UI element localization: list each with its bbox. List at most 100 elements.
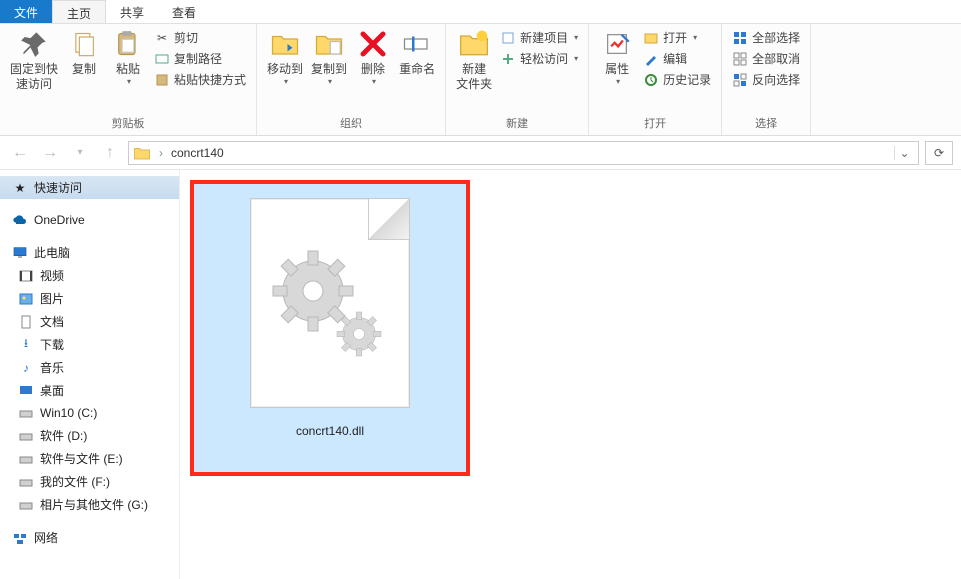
nav-videos-label: 视频 — [40, 267, 64, 284]
nav-recent-button[interactable]: ▾ — [68, 141, 92, 165]
chevron-down-icon: ▾ — [574, 54, 578, 63]
new-item-button[interactable]: 新建项目 ▾ — [496, 28, 582, 47]
navigation-pane[interactable]: ★ 快速访问 OneDrive 此电脑 视频 图片 文档 ⭳下载 ♪音乐 桌面 … — [0, 170, 180, 579]
drive-icon — [18, 497, 34, 513]
new-item-label: 新建项目 — [520, 29, 568, 46]
nav-drive-f[interactable]: 我的文件 (F:) — [0, 470, 179, 493]
copy-path-button[interactable]: 复制路径 — [150, 49, 250, 68]
ribbon-group-select: 全部选择 全部取消 反向选择 选择 — [722, 24, 811, 135]
file-name-label: concrt140.dll — [296, 424, 364, 438]
invert-selection-button[interactable]: 反向选择 — [728, 70, 804, 89]
copy-to-label: 复制到 — [311, 62, 347, 77]
ribbon-group-organize: 移动到▾ 复制到▾ 删除▾ 重命名 组织 — [257, 24, 446, 135]
paste-button[interactable]: 粘贴 ▾ — [106, 26, 150, 88]
nav-drive-c[interactable]: Win10 (C:) — [0, 402, 179, 424]
clipboard-group-label: 剪贴板 — [6, 113, 250, 135]
select-group-label: 选择 — [728, 113, 804, 135]
nav-onedrive[interactable]: OneDrive — [0, 209, 179, 231]
tab-file[interactable]: 文件 — [0, 0, 52, 23]
ribbon-group-clipboard: 固定到快 速访问 复制 粘贴 ▾ ✂ 剪切 复制路径 — [0, 24, 257, 135]
refresh-button[interactable]: ⟳ — [925, 141, 953, 165]
new-folder-button[interactable]: 新建 文件夹 — [452, 26, 496, 94]
edit-label: 编辑 — [663, 50, 687, 67]
desktop-icon — [18, 383, 34, 399]
nav-this-pc[interactable]: 此电脑 — [0, 241, 179, 264]
tab-home[interactable]: 主页 — [52, 0, 106, 23]
nav-music-label: 音乐 — [40, 359, 64, 376]
invert-selection-icon — [732, 72, 748, 88]
breadcrumb-folder[interactable]: concrt140 — [171, 146, 224, 160]
scissors-icon: ✂ — [154, 30, 170, 46]
easy-access-button[interactable]: 轻松访问▾ — [496, 49, 582, 68]
select-none-label: 全部取消 — [752, 50, 800, 67]
delete-icon — [357, 28, 389, 60]
address-dropdown-button[interactable]: ⌄ — [894, 146, 914, 160]
drive-icon — [18, 405, 34, 421]
download-icon: ⭳ — [18, 337, 34, 353]
select-all-button[interactable]: 全部选择 — [728, 28, 804, 47]
cut-button[interactable]: ✂ 剪切 — [150, 28, 250, 47]
chevron-down-icon: ▾ — [616, 77, 620, 86]
properties-label: 属性 — [605, 62, 629, 77]
move-to-button[interactable]: 移动到▾ — [263, 26, 307, 88]
ribbon: 固定到快 速访问 复制 粘贴 ▾ ✂ 剪切 复制路径 — [0, 24, 961, 136]
properties-icon — [601, 28, 633, 60]
nav-drive-f-label: 我的文件 (F:) — [40, 473, 110, 490]
nav-up-button[interactable]: ↑ — [98, 141, 122, 165]
rename-button[interactable]: 重命名 — [395, 26, 439, 79]
history-label: 历史记录 — [663, 71, 711, 88]
copy-button[interactable]: 复制 — [62, 26, 106, 79]
nav-drive-d[interactable]: 软件 (D:) — [0, 424, 179, 447]
select-none-button[interactable]: 全部取消 — [728, 49, 804, 68]
paste-shortcut-button[interactable]: 粘贴快捷方式 — [150, 70, 250, 89]
tab-view[interactable]: 查看 — [158, 0, 210, 23]
pin-to-quick-access-button[interactable]: 固定到快 速访问 — [6, 26, 62, 94]
open-label: 打开 — [663, 29, 687, 46]
nav-desktop-label: 桌面 — [40, 382, 64, 399]
dll-file-icon — [250, 198, 410, 408]
nav-network[interactable]: 网络 — [0, 526, 179, 549]
nav-documents[interactable]: 文档 — [0, 310, 179, 333]
nav-quick-label: 快速访问 — [34, 179, 82, 196]
delete-button[interactable]: 删除▾ — [351, 26, 395, 88]
open-icon — [643, 30, 659, 46]
nav-drive-g[interactable]: 相片与其他文件 (G:) — [0, 493, 179, 516]
nav-thispc-label: 此电脑 — [34, 244, 70, 261]
edit-icon — [643, 51, 659, 67]
nav-pictures[interactable]: 图片 — [0, 287, 179, 310]
select-all-label: 全部选择 — [752, 29, 800, 46]
file-item-selected[interactable]: concrt140.dll — [190, 180, 470, 476]
chevron-down-icon: ▾ — [574, 33, 578, 42]
nav-downloads[interactable]: ⭳下载 — [0, 333, 179, 356]
copy-to-icon — [313, 28, 345, 60]
address-bar[interactable]: › concrt140 ⌄ — [128, 141, 919, 165]
edit-button[interactable]: 编辑 — [639, 49, 715, 68]
nav-quick-access[interactable]: ★ 快速访问 — [0, 176, 179, 199]
history-button[interactable]: 历史记录 — [639, 70, 715, 89]
open-group-label: 打开 — [595, 113, 715, 135]
nav-forward-button[interactable]: → — [38, 141, 62, 165]
chevron-down-icon: ▾ — [372, 77, 376, 86]
main-area: ★ 快速访问 OneDrive 此电脑 视频 图片 文档 ⭳下载 ♪音乐 桌面 … — [0, 170, 961, 579]
nav-videos[interactable]: 视频 — [0, 264, 179, 287]
network-icon — [12, 530, 28, 546]
open-button[interactable]: 打开▾ — [639, 28, 715, 47]
file-list-area[interactable]: concrt140.dll — [180, 170, 961, 579]
nav-drive-e[interactable]: 软件与文件 (E:) — [0, 447, 179, 470]
nav-music[interactable]: ♪音乐 — [0, 356, 179, 379]
copy-icon — [68, 28, 100, 60]
chevron-down-icon: ▾ — [127, 77, 131, 86]
delete-label: 删除 — [361, 62, 385, 77]
select-none-icon — [732, 51, 748, 67]
nav-desktop[interactable]: 桌面 — [0, 379, 179, 402]
nav-back-button[interactable]: ← — [8, 141, 32, 165]
copy-to-button[interactable]: 复制到▾ — [307, 26, 351, 88]
tab-share[interactable]: 共享 — [106, 0, 158, 23]
copy-path-icon — [154, 51, 170, 67]
chevron-down-icon: ▾ — [284, 77, 288, 86]
drive-icon — [18, 474, 34, 490]
properties-button[interactable]: 属性▾ — [595, 26, 639, 88]
pin-icon — [18, 28, 50, 60]
rename-icon — [401, 28, 433, 60]
documents-icon — [18, 314, 34, 330]
